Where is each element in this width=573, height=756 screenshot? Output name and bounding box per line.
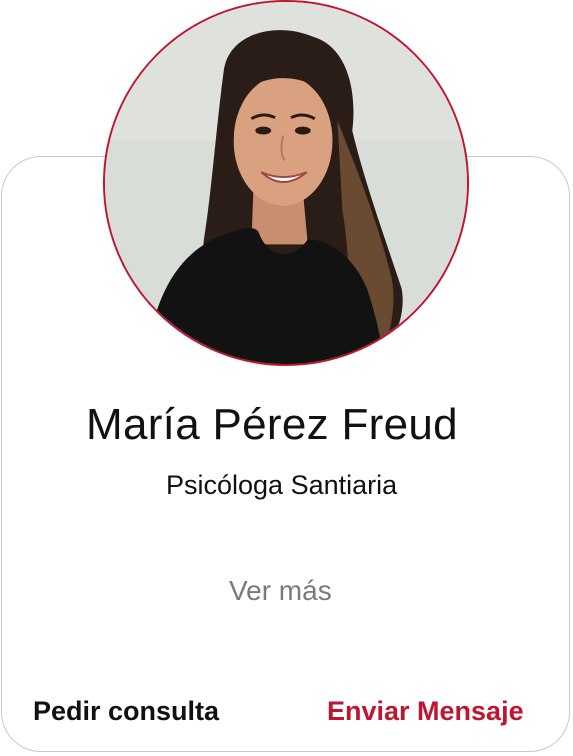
see-more-link[interactable]: Ver más [229,575,332,607]
profile-widget: María Pérez Freud Psicóloga Santiaria Ve… [0,0,573,756]
profile-role: Psicóloga Santiaria [166,470,398,500]
request-consultation-button[interactable]: Pedir consulta [33,696,219,727]
profile-name: María Pérez Freud [86,400,458,449]
avatar [103,0,469,366]
send-message-button[interactable]: Enviar Mensaje [327,696,524,727]
avatar-photo [105,2,467,364]
